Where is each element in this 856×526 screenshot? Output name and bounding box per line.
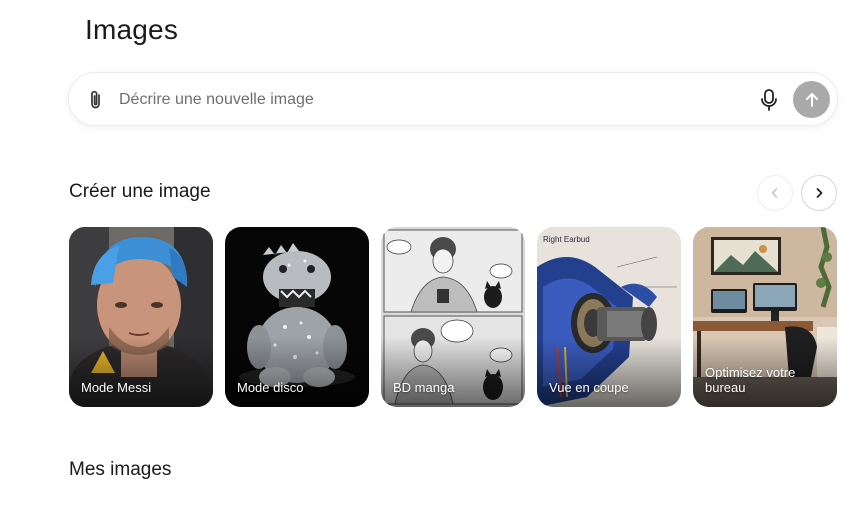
card-mode-disco[interactable]: Mode disco	[225, 227, 369, 407]
card-shade	[225, 337, 369, 407]
card-label: BD manga	[393, 380, 455, 395]
card-shade	[69, 337, 213, 407]
section-title-create: Créer une image	[69, 181, 211, 202]
card-mode-messi[interactable]: Mode Messi	[69, 227, 213, 407]
carousel-next-button[interactable]	[801, 175, 837, 211]
send-button[interactable]	[793, 81, 830, 118]
carousel-prev-button[interactable]	[757, 175, 793, 211]
microphone-icon[interactable]	[757, 87, 781, 113]
card-bd-manga[interactable]: BD manga	[381, 227, 525, 407]
card-label: Mode disco	[237, 380, 304, 395]
chevron-right-icon	[816, 188, 823, 198]
prompt-bar	[68, 72, 838, 126]
card-shade	[381, 337, 525, 407]
page-title: Images	[85, 14, 179, 45]
paperclip-icon[interactable]	[85, 88, 107, 112]
card-label: Vue en coupe	[549, 380, 629, 395]
card-shade	[537, 337, 681, 407]
card-optimisez-bureau[interactable]: Optimisez votre bureau	[693, 227, 837, 407]
chevron-left-icon	[771, 188, 778, 198]
card-label: Optimisez votre bureau	[705, 365, 796, 395]
card-vue-en-coupe[interactable]: Right Earbud Vue en coupe	[537, 227, 681, 407]
prompt-input[interactable]	[119, 85, 739, 115]
card-image-caption: Right Earbud	[543, 235, 590, 244]
create-image-carousel: Mode Messi Mode disco BD manga Right Ear…	[69, 227, 839, 407]
section-title-my-images: Mes images	[69, 459, 172, 480]
card-label: Mode Messi	[81, 380, 152, 395]
arrow-up-icon	[805, 92, 818, 107]
